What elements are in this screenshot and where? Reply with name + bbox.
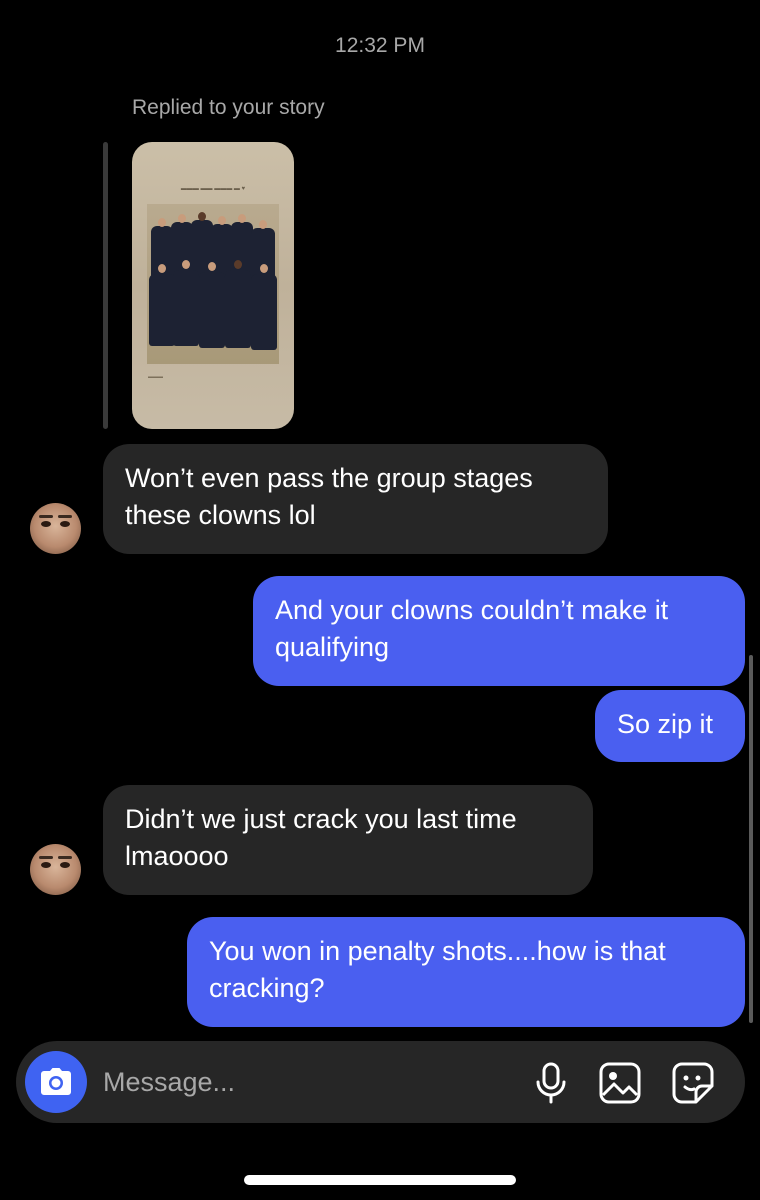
outgoing-message[interactable]: So zip it	[595, 690, 745, 762]
story-reply-label: Replied to your story	[132, 96, 325, 119]
contact-avatar[interactable]	[30, 503, 81, 554]
incoming-message[interactable]: Won’t even pass the group stages these c…	[103, 444, 608, 554]
story-caption-mark: ▬▬▬ ▬▬ ▬▬▬ ▬ ♥	[180, 186, 246, 192]
gallery-icon	[599, 1062, 641, 1104]
sticker-icon	[672, 1062, 714, 1104]
story-footer-mark: ▬▬▬	[148, 374, 163, 380]
outgoing-message[interactable]: And your clowns couldn’t make it qualify…	[253, 576, 745, 686]
scrollbar[interactable]	[749, 655, 753, 1023]
message-composer	[16, 1041, 745, 1123]
reply-quote-bar	[103, 142, 108, 429]
story-photo	[147, 204, 279, 364]
gallery-button[interactable]	[598, 1061, 642, 1105]
sticker-button[interactable]	[671, 1061, 715, 1105]
incoming-message[interactable]: Didn’t we just crack you last time lmaoo…	[103, 785, 593, 895]
camera-button[interactable]	[25, 1051, 87, 1113]
message-timestamp: 12:32 PM	[335, 34, 425, 57]
home-indicator[interactable]	[244, 1175, 516, 1185]
message-input[interactable]	[103, 1061, 503, 1103]
microphone-icon	[536, 1062, 566, 1104]
camera-icon	[41, 1068, 71, 1095]
microphone-button[interactable]	[529, 1061, 573, 1105]
outgoing-message[interactable]: You won in penalty shots....how is that …	[187, 917, 745, 1027]
contact-avatar[interactable]	[30, 844, 81, 895]
story-thumbnail[interactable]: ▬▬▬ ▬▬ ▬▬▬ ▬ ♥ ▬▬▬	[132, 142, 294, 429]
